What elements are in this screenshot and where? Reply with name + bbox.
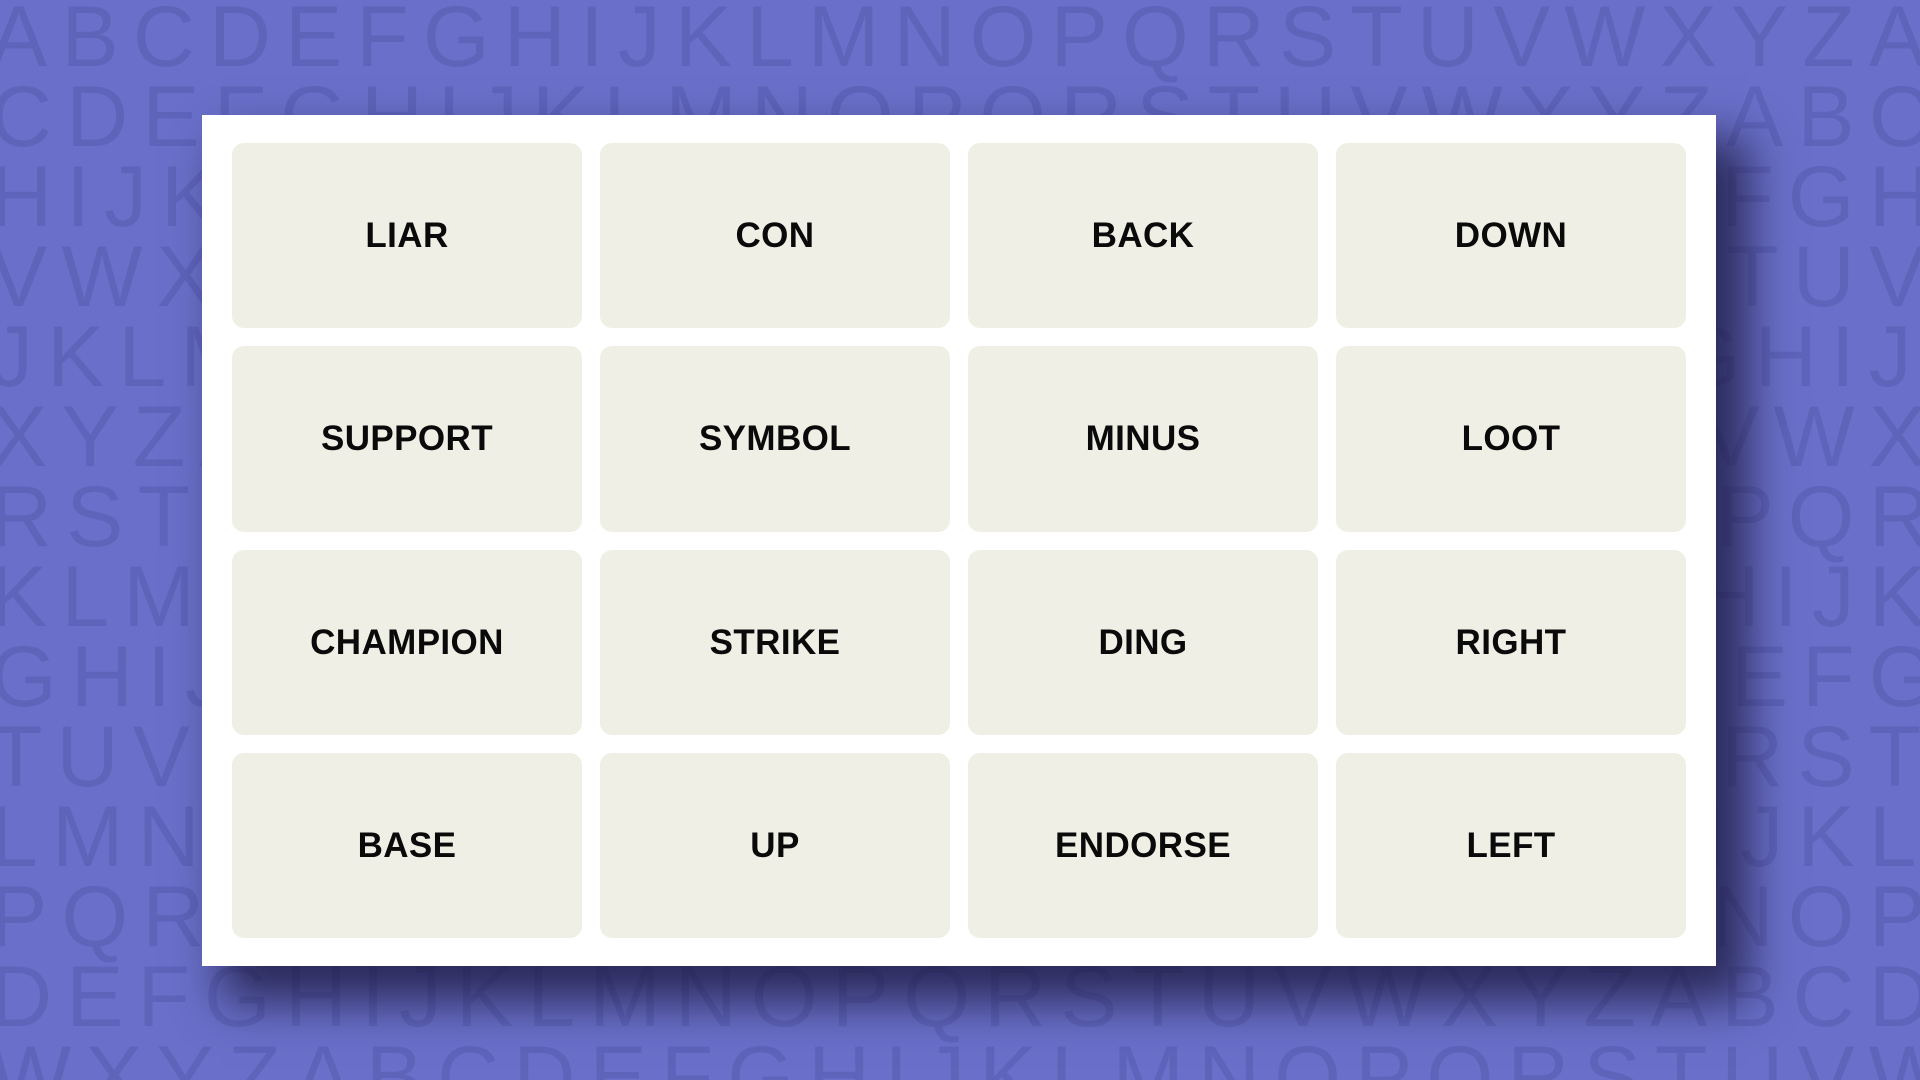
word-tile-label: BACK (1091, 216, 1195, 256)
word-tile-label: STRIKE (709, 622, 841, 662)
word-puzzle-board-panel: LIAR CON BACK DOWN SUPPORT SYMBOL MINUS LOOT CHA… (202, 115, 1716, 966)
word-tile[interactable]: UP (600, 752, 950, 938)
word-tile[interactable]: MINUS (968, 346, 1318, 532)
word-tile-label: DOWN (1454, 216, 1568, 256)
word-tile-label: ENDORSE (1055, 825, 1231, 865)
word-tile-label: CON (735, 216, 815, 256)
word-tile-label: SYMBOL (698, 419, 852, 459)
word-tile-label: BASE (357, 825, 457, 865)
background-letter-row: ABCDEFGHIJKLMNOPQRSTUVWXYZABCDEFGH (0, 0, 1920, 85)
word-tile-label: RIGHT (1455, 622, 1567, 662)
word-tile[interactable]: STRIKE (600, 549, 950, 735)
word-tile-label: LEFT (1466, 825, 1556, 865)
word-tile-label: UP (750, 825, 800, 865)
word-tile[interactable]: CON (600, 143, 950, 329)
word-tile[interactable]: BASE (232, 752, 582, 938)
word-tile[interactable]: DING (968, 549, 1318, 735)
background-letter-row: DEFGHIJKLMNOPQRSTUVWXYZABCDEFGHIJK (0, 949, 1920, 1045)
word-tile[interactable]: RIGHT (1336, 549, 1686, 735)
word-tile-label: MINUS (1085, 419, 1201, 459)
background-letter-row: WXYZABCDEFGHIJKLMNOPQRSTUVWXYZABCD (0, 1029, 1920, 1080)
word-tile[interactable]: LOOT (1336, 346, 1686, 532)
word-tile[interactable]: LEFT (1336, 752, 1686, 938)
word-tile-label: LOOT (1461, 419, 1561, 459)
word-tile-label: LIAR (365, 216, 449, 256)
word-tile-grid: LIAR CON BACK DOWN SUPPORT SYMBOL MINUS LOOT CHA… (232, 143, 1686, 938)
word-tile[interactable]: DOWN (1336, 143, 1686, 329)
word-tile[interactable]: CHAMPION (232, 549, 582, 735)
word-tile[interactable]: LIAR (232, 143, 582, 329)
word-tile[interactable]: SUPPORT (232, 346, 582, 532)
word-tile[interactable]: SYMBOL (600, 346, 950, 532)
word-tile-label: SUPPORT (321, 419, 493, 459)
word-tile[interactable]: BACK (968, 143, 1318, 329)
word-tile-label: CHAMPION (310, 622, 504, 662)
word-tile-label: DING (1098, 622, 1188, 662)
word-tile[interactable]: ENDORSE (968, 752, 1318, 938)
